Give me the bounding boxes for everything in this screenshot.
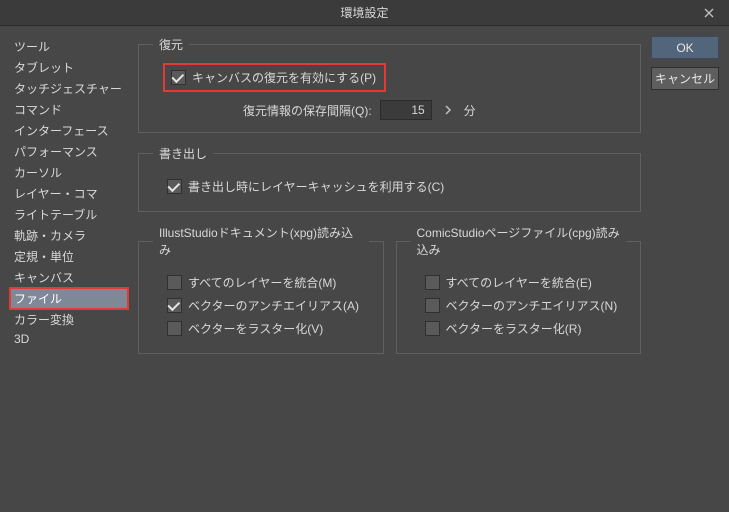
xpg-aa-checkbox[interactable]	[167, 298, 182, 313]
sidebar-item[interactable]: 定規・単位	[10, 246, 128, 267]
xpg-merge-checkbox[interactable]	[167, 275, 182, 290]
restore-legend: 復元	[153, 36, 189, 53]
sidebar-item[interactable]: コマンド	[10, 99, 128, 120]
sidebar-item[interactable]: ファイル	[10, 288, 128, 309]
cancel-button[interactable]: キャンセル	[651, 67, 719, 90]
sidebar-item[interactable]: 軌跡・カメラ	[10, 225, 128, 246]
category-sidebar: ツールタブレットタッチジェスチャーコマンドインターフェースパフォーマンスカーソル…	[10, 36, 128, 502]
restore-interval-input[interactable]	[380, 100, 432, 120]
xpg-aa-label[interactable]: ベクターのアンチエイリアス(A)	[188, 297, 359, 314]
restore-interval-unit: 分	[464, 102, 476, 119]
sidebar-item[interactable]: インターフェース	[10, 120, 128, 141]
cpg-aa-checkbox[interactable]	[425, 298, 440, 313]
export-layercache-label[interactable]: 書き出し時にレイヤーキャッシュを利用する(C)	[188, 178, 444, 195]
cpg-aa-label[interactable]: ベクターのアンチエイリアス(N)	[446, 297, 618, 314]
export-legend: 書き出し	[153, 145, 213, 162]
cpg-merge-checkbox[interactable]	[425, 275, 440, 290]
export-group: 書き出し 書き出し時にレイヤーキャッシュを利用する(C)	[138, 145, 641, 212]
chevron-right-icon[interactable]	[440, 102, 456, 118]
xpg-raster-checkbox[interactable]	[167, 321, 182, 336]
restore-enable-highlight: キャンバスの復元を有効にする(P)	[163, 63, 386, 92]
ok-button[interactable]: OK	[651, 36, 719, 59]
sidebar-item[interactable]: カーソル	[10, 162, 128, 183]
close-icon[interactable]	[689, 0, 729, 26]
xpg-raster-label[interactable]: ベクターをラスター化(V)	[188, 320, 323, 337]
sidebar-item[interactable]: ライトテーブル	[10, 204, 128, 225]
sidebar-item[interactable]: タブレット	[10, 57, 128, 78]
xpg-group: IllustStudioドキュメント(xpg)読み込み すべてのレイヤーを統合(…	[138, 224, 384, 354]
sidebar-item[interactable]: パフォーマンス	[10, 141, 128, 162]
sidebar-item[interactable]: キャンバス	[10, 267, 128, 288]
sidebar-item[interactable]: レイヤー・コマ	[10, 183, 128, 204]
sidebar-item[interactable]: タッチジェスチャー	[10, 78, 128, 99]
export-layercache-checkbox[interactable]	[167, 179, 182, 194]
cpg-merge-label[interactable]: すべてのレイヤーを統合(E)	[446, 274, 592, 291]
cpg-raster-checkbox[interactable]	[425, 321, 440, 336]
sidebar-item[interactable]: カラー変換	[10, 309, 128, 330]
cpg-raster-label[interactable]: ベクターをラスター化(R)	[446, 320, 582, 337]
sidebar-item[interactable]: ツール	[10, 36, 128, 57]
cpg-legend: ComicStudioページファイル(cpg)読み込み	[411, 224, 627, 258]
sidebar-item[interactable]: 3D	[10, 330, 128, 348]
restore-enable-label[interactable]: キャンバスの復元を有効にする(P)	[192, 69, 376, 86]
restore-group: 復元 キャンバスの復元を有効にする(P) 復元情報の保存間隔(Q): 分	[138, 36, 641, 133]
xpg-legend: IllustStudioドキュメント(xpg)読み込み	[153, 224, 369, 258]
window-title: 環境設定	[340, 4, 388, 21]
restore-enable-checkbox[interactable]	[171, 70, 186, 85]
xpg-merge-label[interactable]: すべてのレイヤーを統合(M)	[188, 274, 336, 291]
restore-interval-label: 復元情報の保存間隔(Q):	[243, 102, 372, 119]
cpg-group: ComicStudioページファイル(cpg)読み込み すべてのレイヤーを統合(…	[396, 224, 642, 354]
titlebar: 環境設定	[0, 0, 729, 26]
